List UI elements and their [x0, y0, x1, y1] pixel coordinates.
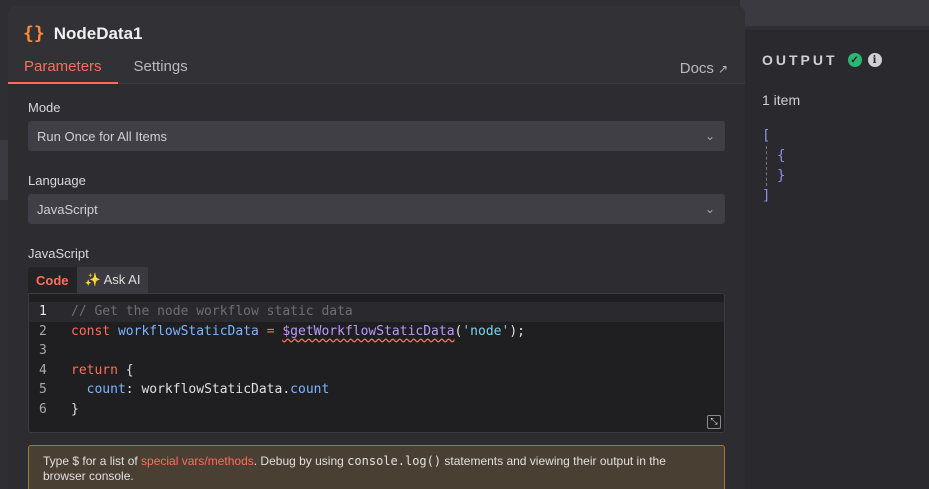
info-icon[interactable]: i: [867, 53, 882, 67]
code-line: 6 }: [29, 400, 724, 420]
docs-label: Docs: [679, 60, 714, 77]
json-array-open: [: [762, 128, 771, 144]
external-link-icon: ↗: [717, 61, 728, 76]
output-title: OUTPUT: [762, 52, 838, 68]
canvas-background: [740, 0, 929, 26]
node-tabs: Parameters Settings: [8, 58, 204, 84]
parameters-body: Mode Run Once for All Items ⌄ Language J…: [8, 84, 745, 489]
special-vars-link[interactable]: special vars/methods: [141, 454, 254, 468]
output-item-count: 1 item: [762, 92, 801, 108]
json-object-close: }: [777, 168, 786, 184]
node-title[interactable]: NodeData1: [54, 24, 143, 44]
chevron-down-icon: ⌄: [704, 202, 715, 216]
code-text: return {: [71, 362, 134, 378]
language-value: JavaScript: [37, 201, 98, 217]
code-text: count: workflowStaticData.count: [86, 382, 330, 398]
node-settings-modal: {} NodeData1 Parameters Settings Docs ↗ …: [8, 6, 745, 489]
language-select[interactable]: JavaScript ⌄: [28, 194, 725, 224]
mode-label: Mode: [28, 100, 61, 115]
code-text: }: [71, 401, 79, 417]
line-number: 1: [39, 304, 47, 320]
hint-callout: Type $ for a list of special vars/method…: [28, 445, 725, 489]
expand-editor-icon[interactable]: ⤡: [707, 415, 721, 429]
hint-text-2: . Debug by using: [253, 454, 348, 468]
tab-ask-ai[interactable]: ✨ Ask AI: [76, 267, 149, 293]
editor-tabs: Code ✨ Ask AI: [28, 267, 725, 293]
mode-select[interactable]: Run Once for All Items ⌄: [28, 121, 725, 151]
line-number: 6: [39, 401, 47, 417]
success-check-icon: ✓: [847, 53, 862, 67]
code-line: 1 // Get the node workflow static data: [29, 302, 724, 322]
line-number: 3: [39, 343, 47, 359]
code-label: JavaScript: [28, 246, 89, 261]
braces-icon: {}: [23, 23, 45, 44]
code-editor[interactable]: 1 // Get the node workflow static data 2…: [28, 293, 725, 433]
node-title-row: {} NodeData1: [23, 23, 143, 44]
code-line: 3: [29, 341, 724, 361]
code-text: // Get the node workflow static data: [71, 304, 353, 320]
tab-settings[interactable]: Settings: [118, 58, 204, 84]
hint-code: console.log(): [347, 454, 442, 468]
json-array-close: ]: [762, 188, 771, 204]
output-panel: OUTPUT ✓ i 1 item [ { } ]: [745, 30, 929, 489]
line-number: 2: [39, 323, 47, 339]
json-object: { }: [766, 146, 929, 186]
output-header: OUTPUT ✓ i: [762, 52, 929, 68]
tab-code[interactable]: Code: [28, 267, 77, 293]
language-label: Language: [28, 173, 86, 188]
mode-value: Run Once for All Items: [37, 128, 168, 144]
json-output-view[interactable]: [ { } ]: [762, 126, 929, 206]
hint-text-1: Type $ for a list of: [43, 454, 142, 468]
docs-link[interactable]: Docs ↗: [680, 60, 728, 77]
line-number: 5: [39, 382, 47, 398]
modal-header: {} NodeData1 Parameters Settings Docs ↗: [8, 6, 745, 84]
line-number: 4: [39, 362, 47, 378]
json-object-open: {: [777, 148, 786, 164]
chevron-down-icon: ⌄: [704, 129, 715, 143]
code-text: const workflowStaticData = $getWorkflowS…: [71, 323, 525, 339]
code-line: 4 return {: [29, 361, 724, 381]
code-line: 2 const workflowStaticData = $getWorkflo…: [29, 322, 724, 342]
code-line: 5 count: workflowStaticData.count: [29, 380, 724, 400]
tab-parameters[interactable]: Parameters: [8, 58, 118, 84]
